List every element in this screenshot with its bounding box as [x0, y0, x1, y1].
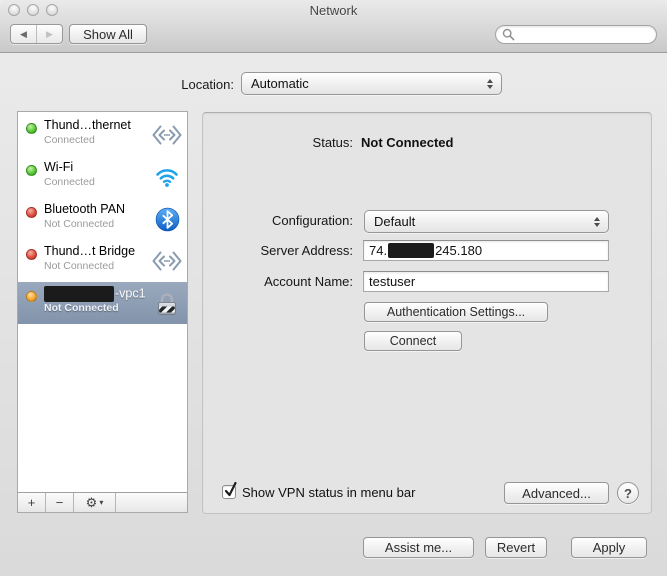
connect-button[interactable]: Connect	[364, 331, 462, 351]
apply-button[interactable]: Apply	[571, 537, 647, 558]
service-name: -vpc1	[44, 286, 146, 302]
configuration-value: Default	[374, 214, 415, 229]
bluetooth-icon	[152, 205, 182, 233]
service-list-footer: + − ⚙▾	[18, 492, 187, 512]
status-value: Not Connected	[361, 135, 453, 150]
service-status: Connected	[44, 176, 95, 188]
assist-me-button[interactable]: Assist me...	[363, 537, 474, 558]
service-status: Not Connected	[44, 218, 114, 230]
show-all-button[interactable]: Show All	[69, 24, 147, 44]
account-name-value: testuser	[369, 274, 415, 289]
service-status: Not Connected	[44, 302, 119, 314]
configuration-popup[interactable]: Default	[364, 210, 609, 233]
advanced-button[interactable]: Advanced...	[504, 482, 609, 504]
status-dot-red-icon	[26, 207, 37, 218]
configuration-label: Configuration:	[203, 213, 353, 228]
lock-icon	[152, 289, 182, 317]
show-vpn-status-checkbox[interactable]	[222, 485, 236, 499]
gear-icon: ⚙	[86, 495, 98, 511]
service-row-thunderbolt-ethernet[interactable]: Thund…thernet Connected	[18, 114, 187, 156]
redacted-text	[388, 243, 434, 258]
service-status: Connected	[44, 134, 95, 146]
status-dot-green-icon	[26, 165, 37, 176]
location-value: Automatic	[251, 76, 309, 91]
service-row-thunderbolt-bridge[interactable]: Thund…t Bridge Not Connected	[18, 240, 187, 282]
checkmark-icon	[224, 482, 238, 498]
detail-panel: Status: Not Connected Configuration: Def…	[202, 112, 652, 514]
location-label: Location:	[114, 77, 234, 92]
status-dot-amber-icon	[26, 291, 37, 302]
server-address-prefix: 74.	[369, 243, 387, 258]
location-popup[interactable]: Automatic	[241, 72, 502, 95]
authentication-settings-button[interactable]: Authentication Settings...	[364, 302, 548, 322]
redacted-text	[44, 286, 114, 302]
back-forward-control: ◀ ▶	[10, 24, 63, 44]
service-row-wifi[interactable]: Wi-Fi Connected	[18, 156, 187, 198]
service-name: Bluetooth PAN	[44, 202, 125, 216]
thunderbolt-icon	[152, 247, 182, 275]
gear-menu-button[interactable]: ⚙▾	[74, 493, 116, 512]
window-title: Network	[0, 3, 667, 18]
remove-service-button[interactable]: −	[46, 493, 74, 512]
wifi-icon	[152, 163, 182, 191]
account-name-label: Account Name:	[203, 274, 353, 289]
server-address-suffix: 245.180	[435, 243, 482, 258]
search-icon	[502, 28, 515, 41]
server-address-label: Server Address:	[203, 243, 353, 258]
service-name: Wi-Fi	[44, 160, 73, 174]
search-field[interactable]	[495, 25, 657, 44]
account-name-input[interactable]: testuser	[363, 271, 609, 292]
title-bar: Network ◀ ▶ Show All	[0, 0, 667, 53]
services-list: Thund…thernet Connected Wi-Fi Connected	[17, 111, 188, 513]
status-dot-red-icon	[26, 249, 37, 260]
search-input[interactable]	[518, 29, 648, 41]
service-row-bluetooth-pan[interactable]: Bluetooth PAN Not Connected	[18, 198, 187, 240]
popup-stepper-icon	[486, 78, 494, 90]
show-vpn-status-label: Show VPN status in menu bar	[242, 485, 415, 500]
back-button[interactable]: ◀	[11, 25, 37, 43]
add-service-button[interactable]: +	[18, 493, 46, 512]
status-label: Status:	[203, 135, 353, 150]
popup-stepper-icon	[593, 216, 601, 228]
service-name: Thund…thernet	[44, 118, 131, 132]
service-row-vpn-selected[interactable]: -vpc1 Not Connected	[18, 282, 187, 324]
revert-button[interactable]: Revert	[485, 537, 547, 558]
chevron-down-icon: ▾	[99, 498, 103, 507]
network-preferences-window: Network ◀ ▶ Show All Location: Automatic…	[0, 0, 667, 576]
status-dot-green-icon	[26, 123, 37, 134]
server-address-input[interactable]: 74. 245.180	[363, 240, 609, 261]
service-name: Thund…t Bridge	[44, 244, 135, 258]
thunderbolt-icon	[152, 121, 182, 149]
service-status: Not Connected	[44, 260, 114, 272]
help-button[interactable]: ?	[617, 482, 639, 504]
forward-button[interactable]: ▶	[37, 25, 62, 43]
